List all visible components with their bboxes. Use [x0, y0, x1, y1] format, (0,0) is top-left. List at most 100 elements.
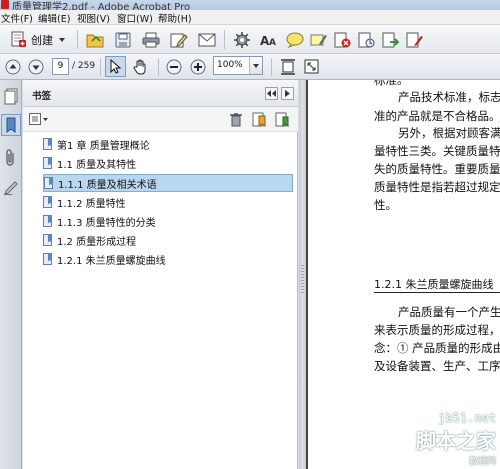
security-button[interactable]	[356, 29, 378, 50]
page-thumbnails-button[interactable]	[2, 86, 20, 106]
acrobat-app-icon	[1, 0, 9, 9]
bookmark-options-button[interactable]	[28, 111, 50, 127]
text-tool-button[interactable]: A A	[258, 29, 280, 50]
watermark-sub: 教程网	[468, 457, 496, 467]
pane-splitter[interactable]	[299, 80, 306, 469]
arrow-down-circle-icon	[28, 59, 43, 74]
toolbar-separator	[100, 58, 101, 76]
bookmark-item[interactable]: 1.1.2 质量特性	[43, 194, 126, 210]
open-button[interactable]	[84, 29, 106, 50]
navigation-pane-strip	[0, 80, 22, 469]
save-disk-icon	[115, 32, 131, 47]
previous-page-button[interactable]	[3, 57, 22, 76]
create-pdf-icon	[11, 31, 26, 47]
document-text-line: 准的产品就是不合格品。	[374, 109, 500, 123]
options-list-icon	[29, 113, 48, 125]
sign-button[interactable]	[404, 29, 426, 50]
hand-tool-button[interactable]	[130, 56, 151, 77]
bookmark-item[interactable]: 1.1 质量及其特性	[43, 155, 136, 171]
next-page-button[interactable]	[26, 57, 45, 76]
zoom-in-button[interactable]	[188, 57, 207, 76]
speech-bubble-icon	[286, 32, 304, 48]
bookmark-item-selected[interactable]: 1.1.1 质量及相关术语	[43, 174, 293, 192]
signatures-button[interactable]	[2, 178, 20, 198]
document-text-line: 及设备装置、生产、工序	[374, 359, 500, 373]
settings-button[interactable]	[231, 29, 253, 50]
trash-icon	[230, 112, 242, 126]
bookmark-search-icon	[275, 112, 289, 127]
document-text-line: 来表示质量的形成过程，	[374, 323, 500, 337]
document-text-line: 标准。	[374, 80, 409, 87]
select-tool-button[interactable]	[105, 56, 126, 77]
heading-underline	[374, 292, 500, 293]
bookmark-label: 1.2 质量形成过程	[57, 236, 137, 248]
minus-circle-icon	[166, 59, 181, 74]
watermark-name: 脚本之家	[416, 429, 496, 453]
bookmark-page-icon	[43, 196, 52, 208]
bookmarks-title: 书签	[32, 91, 52, 102]
paperclip-icon	[6, 149, 14, 166]
save-button[interactable]	[112, 29, 134, 50]
create-button[interactable]: 创建	[3, 29, 73, 50]
document-text-line: 产品质量有一个产生	[398, 305, 500, 319]
bookmark-label: 1.2.1 朱兰质量螺旋曲线	[57, 255, 166, 267]
bookmark-page-icon	[43, 138, 52, 150]
edit-button[interactable]	[168, 29, 190, 50]
toolbar-separator	[224, 30, 225, 49]
document-text-line: 性。	[374, 198, 397, 212]
chevron-right-icon	[285, 90, 290, 97]
fit-page-button[interactable]	[278, 57, 297, 76]
attachments-button[interactable]	[2, 148, 20, 168]
expand-bookmark-button[interactable]	[273, 111, 291, 128]
collapse-panel-button[interactable]	[265, 87, 278, 100]
menu-window[interactable]: 窗口(W)	[117, 11, 153, 25]
create-label: 创建	[31, 33, 53, 47]
menu-edit[interactable]: 编辑(E)	[38, 11, 70, 25]
bookmark-page-icon	[43, 157, 52, 169]
comment-button[interactable]	[284, 29, 306, 50]
document-text-line: 失的质量特性。重要质量	[374, 162, 500, 176]
menu-help[interactable]: 帮助(H)	[158, 11, 192, 25]
bookmark-item[interactable]: 1.1.3 质量特性的分类	[43, 213, 156, 229]
document-text-line: 念：① 产品质量的形成由	[374, 341, 500, 355]
pages-icon	[4, 88, 18, 104]
bookmark-ribbon-icon	[6, 117, 16, 133]
arrow-up-circle-icon	[5, 59, 20, 74]
zoom-out-button[interactable]	[164, 57, 183, 76]
site-watermark: jb51.net 脚本之家 教程网	[416, 411, 496, 467]
edit-document-icon	[170, 33, 188, 47]
redact-button[interactable]	[332, 29, 354, 50]
panel-menu-button[interactable]	[281, 87, 294, 100]
full-screen-button[interactable]	[302, 57, 321, 76]
menu-bar: 文件(F) 编辑(E) 视图(V) 窗口(W) 帮助(H)	[0, 10, 500, 25]
zoom-dropdown-button[interactable]	[249, 57, 262, 74]
bookmarks-pane-button[interactable]	[1, 114, 21, 136]
document-text-line: 另外，根据对顾客满	[398, 126, 500, 140]
envelope-icon	[198, 33, 216, 46]
highlight-button[interactable]	[308, 29, 330, 50]
delete-bookmark-button[interactable]	[227, 111, 245, 128]
menu-file[interactable]: 文件(F)	[1, 11, 33, 25]
export-button[interactable]	[380, 29, 402, 50]
highlighter-icon	[310, 34, 327, 45]
page-total: / 259	[72, 61, 96, 71]
sign-document-icon	[406, 32, 423, 47]
new-bookmark-button[interactable]	[250, 111, 268, 128]
bookmark-item[interactable]: 第1 章 质量管理概论	[43, 136, 150, 152]
toolbar-separator	[77, 30, 78, 49]
page-number-input[interactable]: 9	[52, 58, 69, 75]
bookmark-item[interactable]: 1.2 质量形成过程	[43, 232, 136, 248]
document-view[interactable]: 标准。 产品技术标准，标志 准的产品就是不合格品。 另外，根据对顾客满 量特性三…	[306, 80, 500, 469]
toolbar-separator	[158, 58, 159, 76]
folder-icon	[86, 34, 104, 47]
bookmarks-toolbar	[23, 107, 298, 132]
bookmark-item[interactable]: 1.2.1 朱兰质量螺旋曲线	[43, 251, 166, 267]
menu-view[interactable]: 视图(V)	[77, 11, 110, 25]
svg-text:A: A	[269, 38, 276, 47]
text-aa-icon: A A	[260, 34, 276, 47]
splitter-grip[interactable]	[301, 265, 304, 295]
email-button[interactable]	[196, 29, 218, 50]
secure-document-icon	[358, 32, 375, 47]
print-button[interactable]	[140, 29, 162, 50]
document-text-line: 量特性三类。关键质量特	[374, 144, 500, 158]
